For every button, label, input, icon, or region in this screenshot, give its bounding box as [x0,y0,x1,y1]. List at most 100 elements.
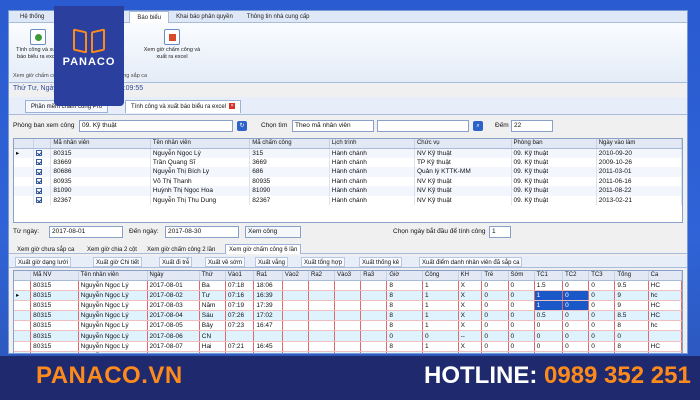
search-input[interactable] [377,120,469,132]
column-header[interactable]: Ra1 [253,271,283,281]
checkbox-icon[interactable] [36,149,43,156]
view-export-button[interactable]: Xem giờ chấm công và xuất ra excel [143,29,201,61]
table-row[interactable]: 82367 Nguyễn Thị Thu Dung 82367 Hành chánh N… [14,195,682,205]
row-checkbox[interactable] [33,167,52,177]
table-row[interactable]: 80315 Nguyễn Ngọc Lý 2017-08-01 Ba 07:18 18:0… [14,280,682,291]
table-cell: 2017-08-03 [147,300,200,312]
table-cell: Quản lý KTTK-MM [414,167,512,177]
table-row[interactable]: 80315 Nguyễn Ngọc Lý 2017-08-07 Hai 07:21 16:… [14,341,682,352]
table-row[interactable]: 80935 Võ Thị Thanh 80935 Hành chánh NV Kỹ th… [14,176,682,186]
column-header[interactable]: Vào2 [282,271,310,281]
table-cell: X [458,341,483,352]
export-early-button[interactable]: Xuất về sớm [205,257,245,267]
table-row[interactable]: ▸ 80315 Nguyễn Ngọc Lý 315 Hành chánh NV Kỹ t… [14,148,682,158]
ribbon-tab[interactable]: Báo biểu [129,11,170,23]
export-detail-button[interactable]: Xuất giờ Chi tiết [93,257,142,267]
table-cell: 0 [481,320,509,332]
column-header[interactable]: TC2 [562,271,590,281]
column-header[interactable]: Ra2 [308,271,336,281]
from-date-value: 2017-08-01 [52,228,86,235]
column-header[interactable]: TC3 [588,271,616,281]
column-header[interactable]: Ngày [147,271,200,281]
refresh-icon[interactable]: ↻ [237,121,247,131]
column-header[interactable]: Ca [648,271,682,281]
table-cell [308,341,336,352]
row-indicator-header [14,139,35,149]
column-header[interactable]: Sớm [508,271,535,281]
table-cell: Nguyễn Thị Thu Dung [150,195,251,205]
table-cell [334,290,362,301]
column-header[interactable]: Tên nhân viên [78,271,148,281]
export-absent-button[interactable]: Xuất vắng [255,257,289,267]
column-header[interactable]: Giờ [386,271,423,281]
table-row[interactable]: 80315 Nguyễn Ngọc Lý 2017-08-05 Bảy 07:23 16:… [14,320,682,332]
tab-calc-export[interactable]: Tính công và xuất báo biểu ra excel × [125,100,242,113]
checkbox-icon[interactable] [36,168,43,175]
table-cell [360,351,388,353]
export-grid-button[interactable]: Xuất giờ dạng lưới [15,257,71,267]
close-icon[interactable]: × [229,103,236,110]
table-cell: Hành chánh [329,176,415,186]
ribbon-tab[interactable]: Thông tin nhà cung cấp [240,11,317,23]
column-header[interactable]: Vào3 [334,271,362,281]
table-cell: 0 [422,330,459,342]
column-header[interactable]: Vào1 [225,271,255,281]
tab-unscheduled[interactable]: Xem giờ chưa sắp ca [13,244,78,254]
ribbon-tab[interactable]: Hệ thống [13,11,51,23]
row-checkbox[interactable] [33,195,52,205]
checkbox-icon[interactable] [36,178,43,185]
export-rollcall-button[interactable]: Xuất điểm danh nhân viên đã sắp ca [419,257,523,267]
table-cell: HC [648,280,682,291]
table-row[interactable]: 80686 Nguyễn Thị Bích Ly 686 Hành chánh Quản… [14,167,682,177]
checkbox-icon[interactable] [36,159,43,166]
table-row[interactable]: 80315Nguyễn Ngọc Lý2017-08-08Ba07:2317:1… [14,351,682,353]
export-late-button[interactable]: Xuất đi trễ [159,257,193,267]
tab-two-times-label: Xem giờ chấm công 2 lần [147,247,216,253]
tab-two-times[interactable]: Xem giờ chấm công 2 lần [143,244,219,254]
column-header[interactable]: Tên nhân viên [150,139,251,149]
row-checkbox[interactable] [33,148,52,158]
export-summary-button[interactable]: Xuất tổng hợp [301,257,345,267]
ribbon-tab[interactable]: Khai báo phân quyền [169,11,240,23]
column-header[interactable]: Tổng [614,271,649,281]
tab-six-times[interactable]: Xem giờ chấm công 6 lần [225,244,302,254]
column-header[interactable]: Lịch trình [329,139,415,149]
tab-two-columns[interactable]: Xem giờ chia 2 cột [83,244,141,254]
table-cell [282,341,310,352]
to-date-picker[interactable]: 2017-08-30 [165,226,239,238]
table-row[interactable]: 80315 Nguyễn Ngọc Lý 2017-08-03 Năm 07:19 17:… [14,300,682,312]
column-header[interactable]: Công [422,271,459,281]
dept-select[interactable]: 09. Kỹ thuật [79,120,233,132]
table-row[interactable]: ▸ 80315 Nguyễn Ngọc Lý 2017-08-02 Tư 07:16 16:… [14,290,682,301]
column-header[interactable]: Ra3 [360,271,388,281]
column-header[interactable]: Ngày vào làm [596,139,682,149]
checkbox-icon[interactable] [36,187,43,194]
column-header[interactable]: Chức vụ [414,139,512,149]
table-row[interactable]: 83669 Trần Quang Sĩ 3669 Hành chánh TP Kỹ th… [14,157,682,167]
row-checkbox[interactable] [33,176,52,186]
start-day-select[interactable]: 1 [489,226,511,238]
column-header[interactable]: Trễ [481,271,509,281]
table-row[interactable]: 81090 Huỳnh Thị Ngọc Hoa 81090 Hành chánh NV… [14,186,682,196]
column-header[interactable]: Mã NV [30,271,79,281]
table-row[interactable]: 80315 Nguyễn Ngọc Lý 2017-08-04 Sáu 07:26 17:… [14,310,682,322]
column-header[interactable] [33,139,52,149]
table-row[interactable]: 80315 Nguyễn Ngọc Lý 2017-08-06 CN 0 0 -- 0 0 0 0 0… [14,330,682,342]
search-icon[interactable]: ⌕ [473,121,483,131]
checkbox-icon[interactable] [36,197,43,204]
column-header[interactable]: KH [458,271,483,281]
row-checkbox[interactable] [33,157,52,167]
column-header[interactable]: Mã chấm công [249,139,330,149]
column-header[interactable]: Phòng ban [511,139,597,149]
column-header[interactable]: Thứ [199,271,226,281]
table-cell: 0 [534,330,564,342]
book-logo-icon [69,18,109,54]
search-mode-select[interactable]: Theo mã nhân viên [292,120,374,132]
view-attendance-button[interactable]: Xem công [245,226,301,238]
column-header[interactable]: TC1 [534,271,564,281]
column-header[interactable]: Mã nhân viên [50,139,151,149]
from-date-picker[interactable]: 2017-08-01 [49,226,123,238]
export-stats-button[interactable]: Xuất thống kê [359,257,403,267]
row-checkbox[interactable] [33,186,52,196]
table-cell: 07:26 [225,310,255,322]
